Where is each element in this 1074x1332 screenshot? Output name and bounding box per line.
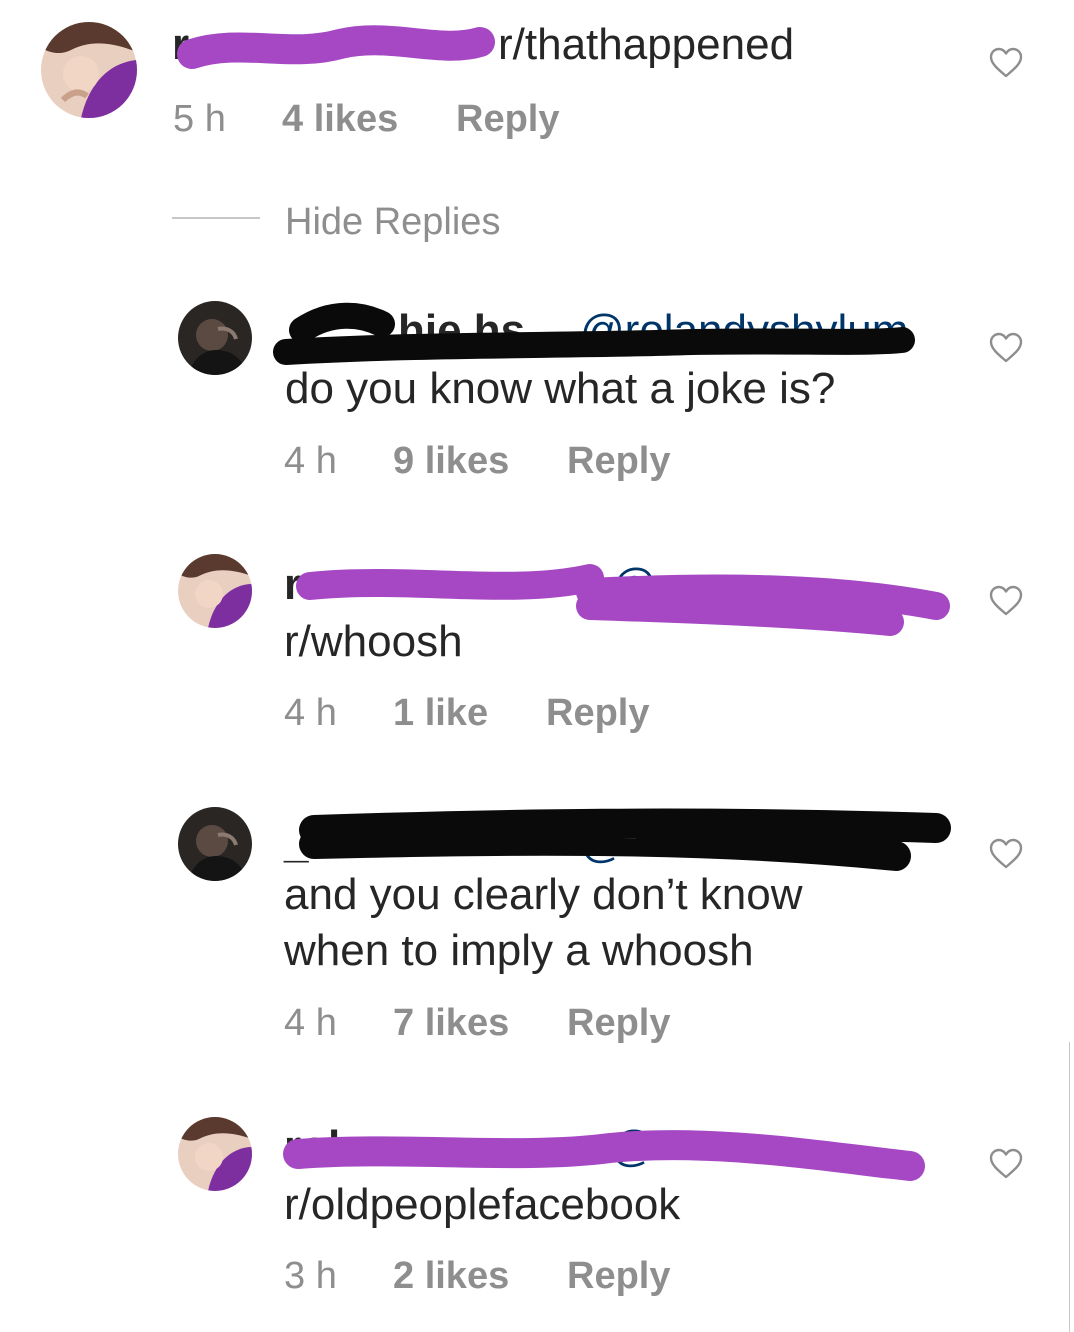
reply-button[interactable]: Reply [546,692,649,735]
like-button[interactable] [989,585,1023,617]
avatar[interactable] [178,301,252,375]
reply-button[interactable]: Reply [456,98,559,141]
avatar[interactable] [178,1117,252,1191]
heart-outline-icon [989,47,1023,78]
thread-divider [172,217,260,219]
likes-count[interactable]: 4 likes [282,98,398,141]
like-button[interactable] [989,1148,1023,1180]
avatar[interactable] [41,22,137,118]
reply-button[interactable]: Reply [567,1255,670,1298]
comment-text: r/oldpeoplefacebook [284,1180,681,1229]
heart-outline-icon [989,585,1023,616]
redaction-scribble [177,25,495,69]
comment-text: r/thathappened [498,20,795,69]
avatar[interactable] [178,807,252,881]
comment-text: r/whoosh [284,617,463,666]
heart-outline-icon [989,1148,1023,1179]
heart-outline-icon [989,838,1023,869]
user-avatar-purple-icon [178,1117,252,1191]
comment-text-line-2: when to imply a whoosh [284,926,754,975]
hide-replies-button[interactable]: Hide Replies [285,201,500,244]
user-avatar-purple-icon [41,22,137,118]
heart-outline-icon [989,332,1023,363]
avatar[interactable] [178,554,252,628]
like-button[interactable] [989,47,1023,79]
reply-button[interactable]: Reply [567,440,670,483]
timestamp: 4 h [284,692,337,734]
comment-text: do you know what a joke is? [285,364,836,413]
likes-count[interactable]: 7 likes [393,1002,509,1045]
redaction-scribble [299,808,951,871]
scroll-edge [1069,1042,1074,1332]
timestamp: 4 h [284,1002,337,1044]
comment-text-line-1: and you clearly don’t know [284,870,803,919]
timestamp: 4 h [284,440,337,482]
likes-count[interactable]: 1 like [393,692,488,735]
timestamp: 3 h [284,1255,337,1297]
likes-count[interactable]: 2 likes [393,1255,509,1298]
redaction-scribble [273,302,915,365]
like-button[interactable] [989,838,1023,870]
reply-button[interactable]: Reply [567,1002,670,1045]
like-button[interactable] [989,332,1023,364]
timestamp: 5 h [173,98,226,140]
user-avatar-dark-icon [178,807,252,881]
user-avatar-purple-icon [178,554,252,628]
user-avatar-dark-icon [178,301,252,375]
likes-count[interactable]: 9 likes [393,440,509,483]
